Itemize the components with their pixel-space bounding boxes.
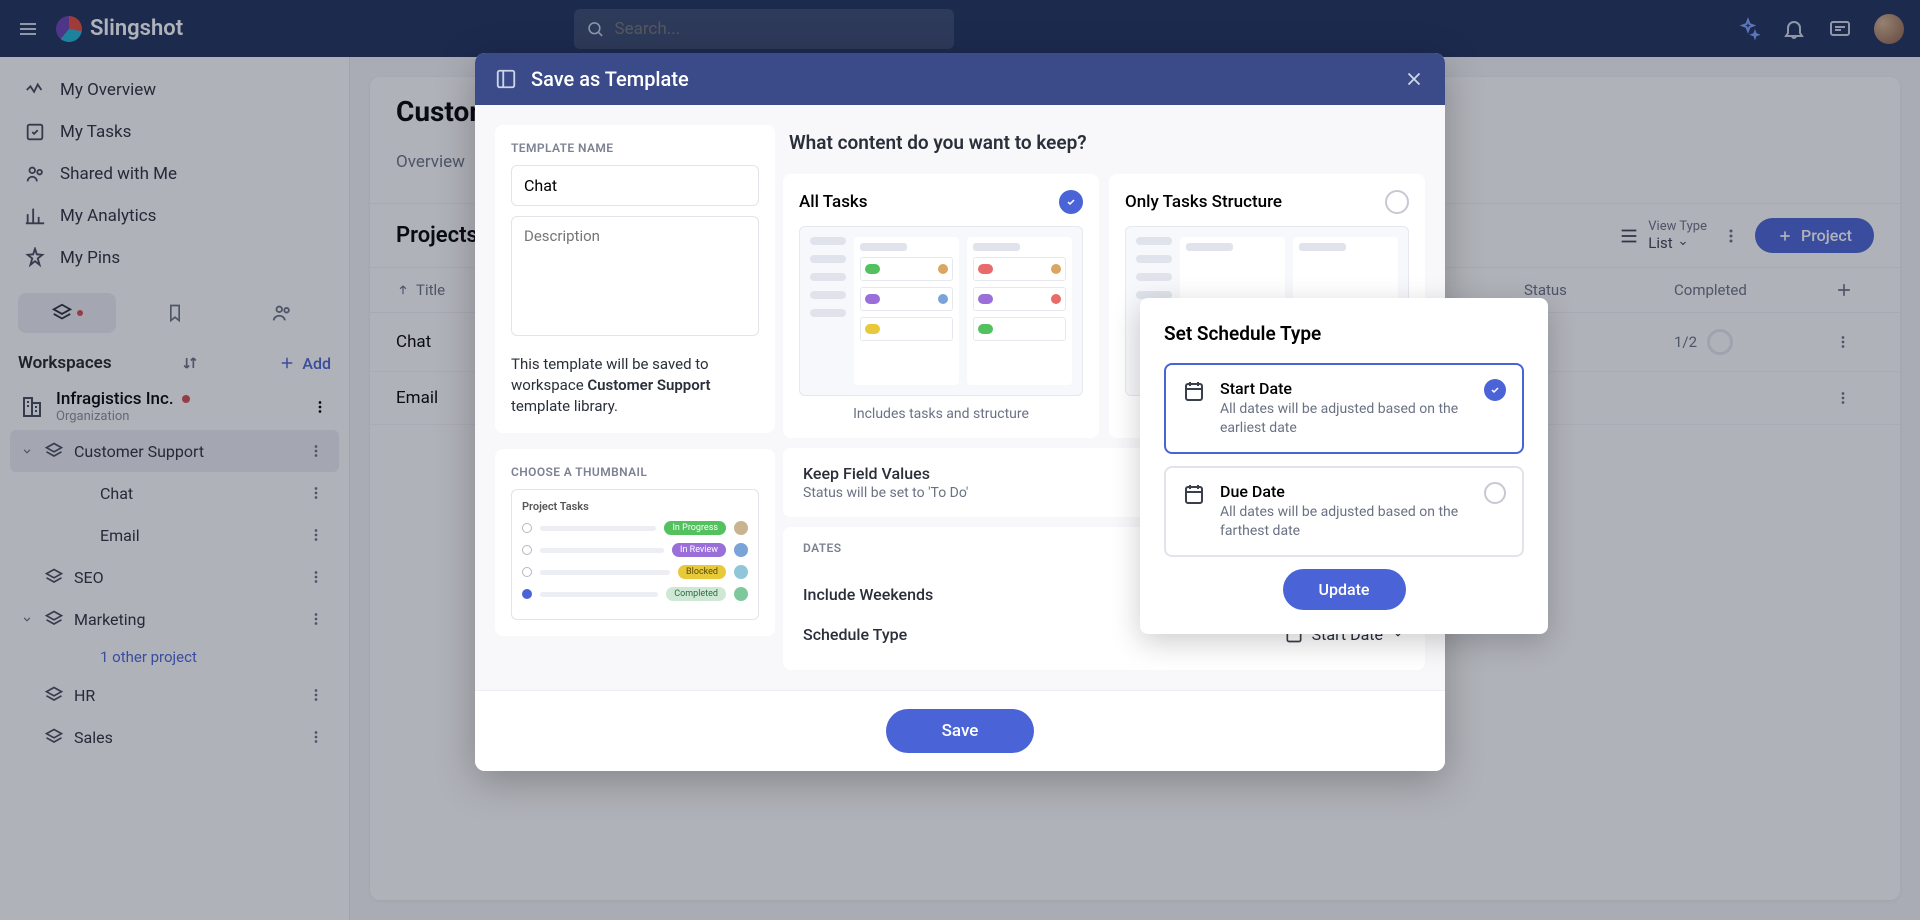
close-icon[interactable] [1403,68,1425,90]
include-weekends: Include Weekends [803,585,933,604]
radio-selected [1059,190,1083,214]
schedule-option-due-date[interactable]: Due DateAll dates will be adjusted based… [1164,466,1524,557]
save-button[interactable]: Save [886,709,1035,753]
modal-title: Save as Template [531,67,689,91]
radio-unselected [1385,190,1409,214]
template-name-input[interactable] [511,165,759,206]
opt-all-tasks[interactable]: All Tasks Includes tasks and structure [783,174,1099,438]
template-desc-input[interactable] [511,216,759,336]
schedule-type-label: Schedule Type [803,625,907,644]
schedule-type-popover: Set Schedule Type Start DateAll dates wi… [1140,298,1548,634]
thumbnail-option[interactable]: Project Tasks In Progress In Review Bloc… [511,489,759,620]
popover-title: Set Schedule Type [1164,322,1524,345]
schedule-option-start-date[interactable]: Start DateAll dates will be adjusted bas… [1164,363,1524,454]
content-question: What content do you want to keep? [783,125,1425,174]
calendar-icon [1182,482,1206,541]
radio-selected [1484,379,1506,401]
thumb-label: CHOOSE A THUMBNAIL [511,465,759,479]
template-icon [495,68,517,90]
name-label: TEMPLATE NAME [511,141,759,155]
calendar-icon [1182,379,1206,438]
template-note: This template will be saved to workspace… [511,354,759,417]
radio-unselected [1484,482,1506,504]
update-button[interactable]: Update [1283,569,1406,610]
keep-field-values: Keep Field Values [803,464,968,483]
